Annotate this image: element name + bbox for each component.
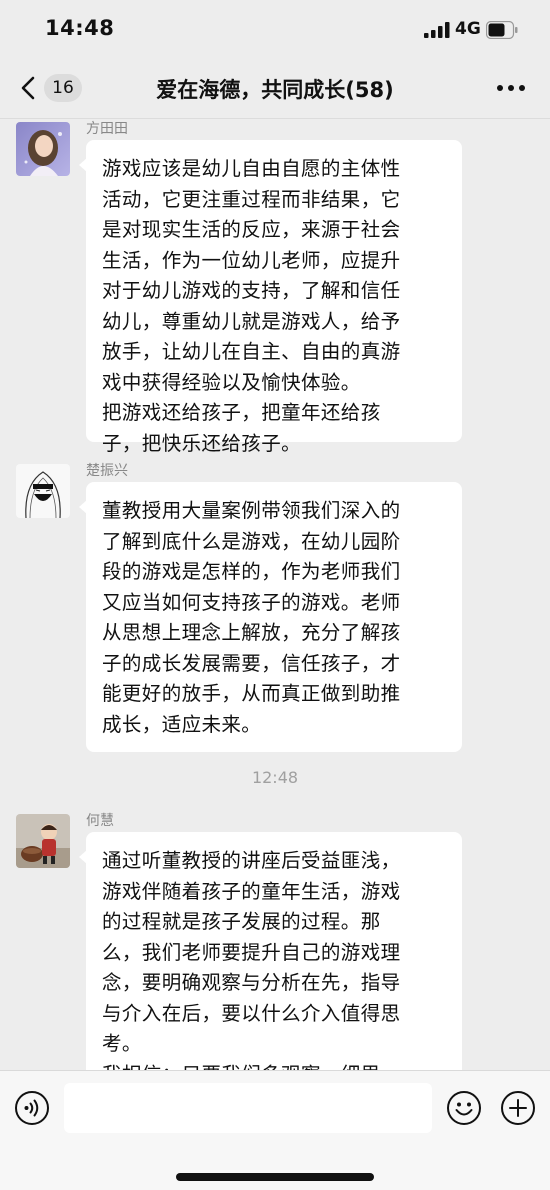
message-bubble[interactable]: 通过听董教授的讲座后受益匪浅， 游戏伴随着孩子的童年生活，游戏 的过程就是孩子发… <box>79 832 462 1070</box>
message-list[interactable]: 方田田 游戏应该是幼儿自由自愿的主体性 活动，它更注重过程而非结果，它 是对现实… <box>0 118 550 1070</box>
message-timestamp: 12:48 <box>251 768 299 787</box>
home-indicator[interactable] <box>176 1173 374 1181</box>
plus-icon[interactable] <box>500 1090 536 1126</box>
sender-name: 方田田 <box>86 121 128 137</box>
message-bubble[interactable]: 游戏应该是幼儿自由自愿的主体性 活动，它更注重过程而非结果，它 是对现实生活的反… <box>79 140 462 455</box>
back-button[interactable]: 16 <box>14 70 86 106</box>
emoji-icon[interactable] <box>446 1090 482 1126</box>
battery-icon <box>486 21 518 39</box>
voice-input-icon[interactable] <box>14 1090 50 1126</box>
message-input-bar <box>0 1070 550 1190</box>
doll-photo-avatar-icon <box>16 814 70 868</box>
status-time: 14:48 <box>45 16 115 40</box>
avatar[interactable] <box>16 464 70 518</box>
message-text-input[interactable] <box>64 1083 432 1133</box>
nav-bar: 16 爱在海德，共同成长(58) <box>0 60 550 119</box>
status-bar: 14:48 4G <box>0 0 550 60</box>
message-bubble[interactable]: 董教授用大量案例带领我们深入的 了解到底什么是游戏，在幼儿园阶 段的游戏是怎样的… <box>79 482 462 752</box>
wechat-group-chat-screen: 14:48 4G 16 爱在海德，共同成长(58) 方田田 游戏应该是幼儿自由自… <box>0 0 550 1190</box>
girl-illustration-avatar-icon <box>16 122 70 176</box>
chevron-left-icon <box>21 76 35 100</box>
network-type-label: 4G <box>455 19 481 39</box>
avatar[interactable] <box>16 122 70 176</box>
avatar[interactable] <box>16 814 70 868</box>
signal-strength-icon <box>424 22 450 38</box>
more-options-icon[interactable] <box>494 74 528 102</box>
chat-title: 爱在海德，共同成长(58) <box>156 78 394 102</box>
sender-name: 楚振兴 <box>86 463 128 479</box>
unread-count-badge: 16 <box>44 74 82 102</box>
sender-name: 何慧 <box>86 813 114 829</box>
ninja-sketch-avatar-icon <box>16 464 70 518</box>
